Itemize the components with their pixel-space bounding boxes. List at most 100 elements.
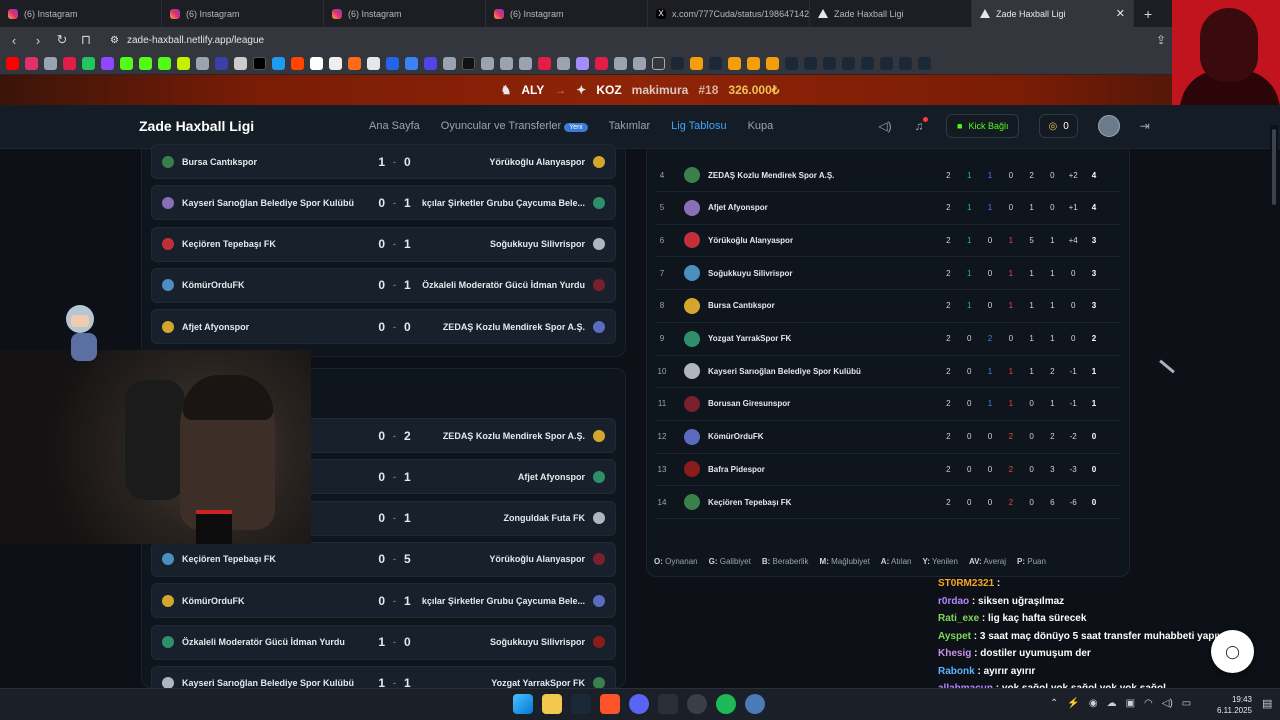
match-row[interactable]: Özkaleli Moderatör Gücü İdman Yurdu 1-0 So… (151, 624, 616, 660)
steam-icon[interactable] (571, 694, 591, 714)
logout-icon[interactable]: ⇥ (1140, 119, 1150, 133)
coins-counter[interactable]: ◎ 0 (1039, 114, 1078, 138)
chevron-up-icon[interactable]: ⌃ (1050, 698, 1058, 709)
bookmark-icon[interactable] (82, 57, 95, 70)
tray-icon[interactable]: ⚡ (1067, 698, 1079, 709)
app-icon[interactable] (745, 694, 765, 714)
match-row[interactable]: Keçiören Tepebaşı FK 0-1 Soğukkuyu Silivri… (151, 226, 616, 262)
steam-icon[interactable] (918, 57, 931, 70)
bookmark-icon[interactable] (481, 57, 494, 70)
app-icon[interactable] (658, 694, 678, 714)
windows-start-icon[interactable] (513, 694, 533, 714)
standings-row[interactable]: 11 Borusan Giresunspor 2 0 1 1 0 1 -1 1 (656, 388, 1120, 421)
back-icon[interactable]: ‹ (8, 33, 20, 48)
nav-cup[interactable]: Kupa (748, 120, 774, 132)
steam-icon[interactable] (785, 57, 798, 70)
app-icon[interactable] (687, 694, 707, 714)
standings-row[interactable]: 4 ZEDAŞ Kozlu Mendirek Spor A.Ş. 2 1 1 0 2 0 +2 4 (656, 159, 1120, 192)
match-row[interactable]: Afjet Afyonspor 0-0 ZEDAŞ Kozlu Mendirek S… (151, 309, 616, 345)
bookmark-icon[interactable] (557, 57, 570, 70)
nav-teams[interactable]: Takımlar (609, 120, 651, 132)
reddit-icon[interactable] (291, 57, 304, 70)
bookmark-icon[interactable] (44, 57, 57, 70)
bookmark-icon[interactable] (633, 57, 646, 70)
spotify-icon[interactable] (716, 694, 736, 714)
browser-tab[interactable]: Zade Haxball Ligi (810, 0, 972, 27)
steam-icon[interactable] (671, 57, 684, 70)
bookmark-icon[interactable] (443, 57, 456, 70)
brave-icon[interactable] (600, 694, 620, 714)
bookmark-icon[interactable] (196, 57, 209, 70)
bookmark-icon[interactable] (614, 57, 627, 70)
x-icon[interactable] (253, 57, 266, 70)
bookmark-icon[interactable] (234, 57, 247, 70)
standings-row[interactable]: 12 KömürOrduFK 2 0 0 2 0 2 -2 0 (656, 421, 1120, 454)
bookmark-icon[interactable] (728, 57, 741, 70)
steam-icon[interactable] (880, 57, 893, 70)
bookmark-icon[interactable] (519, 57, 532, 70)
discord-icon[interactable] (629, 694, 649, 714)
steam-icon[interactable] (899, 57, 912, 70)
standings-row[interactable]: 9 Yozgat YarrakSpor FK 2 0 2 0 1 1 0 2 (656, 323, 1120, 356)
browser-tab[interactable]: (6) Instagram (0, 0, 162, 27)
steam-icon[interactable] (804, 57, 817, 70)
volume-icon[interactable]: ◁) (1162, 698, 1173, 709)
steam-icon[interactable] (823, 57, 836, 70)
instagram-icon[interactable] (25, 57, 38, 70)
folder-icon[interactable] (652, 57, 665, 70)
bookmark-icon[interactable] (329, 57, 342, 70)
standings-row[interactable]: 10 Kayseri Sarıoğlan Belediye Spor Kulübü… (656, 355, 1120, 389)
browser-tab-active[interactable]: Zade Haxball Ligi ✕ (972, 0, 1134, 27)
steam-icon[interactable] (861, 57, 874, 70)
tray-icon[interactable]: ◉ (1089, 698, 1098, 709)
bookmark-icon[interactable] (348, 57, 361, 70)
kick-connect-button[interactable]: ■ Kick Bağlı (946, 114, 1020, 138)
twitch-icon[interactable] (101, 57, 114, 70)
bookmark-icon[interactable] (500, 57, 513, 70)
battery-icon[interactable]: ▭ (1182, 698, 1191, 709)
new-tab-button[interactable]: + (1134, 6, 1162, 22)
browser-tab[interactable]: Xx.com/777Cuda/status/19864714210 (648, 0, 810, 27)
tray-icon[interactable]: ▣ (1126, 698, 1135, 709)
standings-row[interactable]: 13 Bafra Pidespor 2 0 0 2 0 3 -3 0 (656, 453, 1120, 487)
youtube-icon[interactable] (6, 57, 19, 70)
browser-tab[interactable]: (6) Instagram (162, 0, 324, 27)
bookmark-icon[interactable] (310, 57, 323, 70)
bookmark-icon[interactable] (424, 57, 437, 70)
site-settings-icon[interactable]: ⚙ (110, 35, 119, 46)
bookmark-icon[interactable] (576, 57, 589, 70)
steam-icon[interactable] (842, 57, 855, 70)
standings-row[interactable]: 5 Afjet Afyonspor 2 1 1 0 1 0 +1 4 (656, 192, 1120, 225)
match-row[interactable]: Keçiören Tepebaşı FK 0-5 Yörükoğlu Alanyas… (151, 541, 616, 577)
page-scrollbar[interactable] (1270, 125, 1278, 688)
notifications-icon[interactable]: ▤ (1262, 697, 1272, 710)
bookmark-icon[interactable] (63, 57, 76, 70)
bookmark-icon[interactable] (538, 57, 551, 70)
site-logo[interactable]: Zade Haxball Ligi (139, 118, 254, 134)
share-icon[interactable]: ⇪ (1156, 33, 1166, 47)
bookmark-icon[interactable] (595, 57, 608, 70)
match-row[interactable]: KömürOrduFK0-1Tabakçılar Şirketler Grubu… (151, 583, 616, 619)
match-row[interactable]: Kayseri Sarıoğlan Belediye Spor Kulübü 0-… (151, 185, 616, 221)
bookmark-icon[interactable] (462, 57, 475, 70)
reload-icon[interactable]: ↻ (56, 32, 68, 48)
forward-icon[interactable]: › (32, 33, 44, 48)
browser-tab[interactable]: (6) Instagram (324, 0, 486, 27)
bookmark-icon[interactable] (215, 57, 228, 70)
bookmark-icon[interactable] (747, 57, 760, 70)
bookmark-icon[interactable] (272, 57, 285, 70)
bell-icon[interactable]: ♫ (912, 117, 928, 133)
kick-icon[interactable] (139, 57, 152, 70)
bookmark-icon[interactable]: ⊓ (80, 32, 92, 48)
url-field[interactable]: ⚙ zade-haxball.netlify.app/league (104, 30, 1144, 50)
match-row[interactable]: KömürOrduFK 0-1 Özkaleli Moderatör Gücü İd… (151, 267, 616, 303)
wifi-icon[interactable]: ◠ (1144, 698, 1153, 709)
scrollbar-thumb[interactable] (1272, 129, 1276, 205)
standings-row[interactable]: 6 Yörükoğlu Alanyaspor 2 1 0 1 5 1 +4 3 (656, 224, 1120, 258)
nav-players[interactable]: Oyuncular ve Transferler Yeni (441, 120, 588, 132)
standings-row[interactable]: 8 Bursa Cantıkspor 2 1 0 1 1 1 0 3 (656, 290, 1120, 323)
close-tab-icon[interactable]: ✕ (1116, 7, 1125, 20)
tray-icon[interactable]: ☁ (1107, 698, 1117, 709)
chat-bubble-button[interactable]: ◯ (1211, 630, 1254, 673)
file-explorer-icon[interactable] (542, 694, 562, 714)
